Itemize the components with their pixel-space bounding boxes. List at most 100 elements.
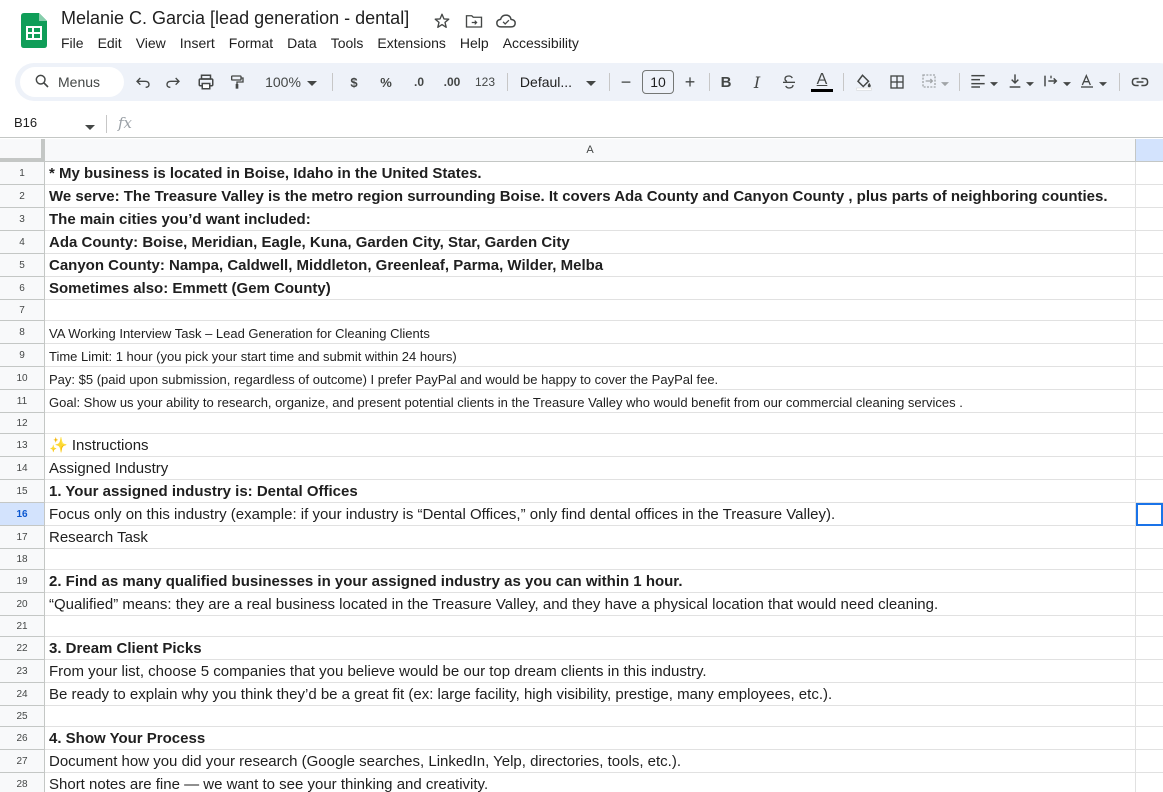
cell-a[interactable]: Be ready to explain why you think they’d…: [45, 683, 1136, 706]
cell-a[interactable]: * My business is located in Boise, Idaho…: [45, 162, 1136, 185]
cell-a[interactable]: The main cities you’d want included:: [45, 208, 1136, 231]
bold-button[interactable]: B: [715, 63, 737, 101]
row-header[interactable]: 11: [0, 390, 45, 413]
horizontal-align-button[interactable]: [967, 63, 1001, 101]
cell-a[interactable]: Assigned Industry: [45, 457, 1136, 480]
row-header[interactable]: 4: [0, 231, 45, 254]
cell-a[interactable]: ✨ Instructions: [45, 434, 1136, 457]
row-header[interactable]: 26: [0, 727, 45, 750]
strikethrough-icon[interactable]: [778, 63, 800, 101]
cell-a[interactable]: [45, 413, 1136, 434]
row-header[interactable]: 20: [0, 593, 45, 616]
menu-view[interactable]: View: [129, 33, 173, 53]
row-header[interactable]: 25: [0, 706, 45, 727]
cell-b[interactable]: [1136, 231, 1163, 254]
cell-b[interactable]: [1136, 277, 1163, 300]
menu-accessibility[interactable]: Accessibility: [496, 33, 586, 53]
increase-font-size-button[interactable]: +: [679, 63, 701, 101]
menu-file[interactable]: File: [54, 33, 91, 53]
cell-b[interactable]: [1136, 549, 1163, 570]
borders-icon[interactable]: [886, 63, 908, 101]
currency-format-button[interactable]: $: [343, 63, 365, 101]
cell-a[interactable]: “Qualified” means: they are a real busin…: [45, 593, 1136, 616]
cell-a[interactable]: We serve: The Treasure Valley is the met…: [45, 185, 1136, 208]
search-menus-button[interactable]: Menus: [20, 67, 124, 97]
row-header[interactable]: 12: [0, 413, 45, 434]
row-header[interactable]: 2: [0, 185, 45, 208]
cell-b[interactable]: [1136, 683, 1163, 706]
cell-b[interactable]: [1136, 480, 1163, 503]
cell-b[interactable]: [1136, 162, 1163, 185]
cell-a[interactable]: [45, 300, 1136, 321]
increase-decimal-button[interactable]: .00: [438, 63, 466, 101]
row-header[interactable]: 27: [0, 750, 45, 773]
select-all-corner[interactable]: [0, 139, 45, 162]
cell-a[interactable]: Document how you did your research (Goog…: [45, 750, 1136, 773]
cell-a[interactable]: Canyon County: Nampa, Caldwell, Middleto…: [45, 254, 1136, 277]
cell-a[interactable]: [45, 706, 1136, 727]
cell-b[interactable]: [1136, 434, 1163, 457]
font-family-select[interactable]: Defaul...: [517, 63, 599, 101]
row-header[interactable]: 16: [0, 503, 45, 526]
vertical-align-button[interactable]: [1004, 63, 1038, 101]
row-header[interactable]: 21: [0, 616, 45, 637]
cell-a[interactable]: 2. Find as many qualified businesses in …: [45, 570, 1136, 593]
cell-a[interactable]: Focus only on this industry (example: if…: [45, 503, 1136, 526]
row-header[interactable]: 3: [0, 208, 45, 231]
cell-b[interactable]: [1136, 390, 1163, 413]
cell-a[interactable]: 3. Dream Client Picks: [45, 637, 1136, 660]
cell-a[interactable]: Goal: Show us your ability to research, …: [45, 390, 1136, 413]
menu-extensions[interactable]: Extensions: [370, 33, 452, 53]
row-header[interactable]: 22: [0, 637, 45, 660]
row-header[interactable]: 19: [0, 570, 45, 593]
row-header[interactable]: 18: [0, 549, 45, 570]
row-header[interactable]: 1: [0, 162, 45, 185]
chevron-down-icon[interactable]: [85, 118, 95, 136]
menu-data[interactable]: Data: [280, 33, 324, 53]
cell-a[interactable]: VA Working Interview Task – Lead Generat…: [45, 321, 1136, 344]
zoom-select[interactable]: 100%: [259, 63, 323, 101]
text-color-button[interactable]: A: [810, 63, 834, 101]
row-header[interactable]: 23: [0, 660, 45, 683]
row-header[interactable]: 6: [0, 277, 45, 300]
decrease-decimal-button[interactable]: .0: [406, 63, 432, 101]
cell-b[interactable]: [1136, 300, 1163, 321]
cell-b[interactable]: [1136, 526, 1163, 549]
cell-b[interactable]: [1136, 660, 1163, 683]
cloud-status-icon[interactable]: [494, 11, 518, 31]
font-size-input[interactable]: 10: [642, 70, 674, 94]
menu-tools[interactable]: Tools: [324, 33, 371, 53]
cell-b[interactable]: [1136, 616, 1163, 637]
cell-b[interactable]: [1136, 593, 1163, 616]
cell-b[interactable]: [1136, 344, 1163, 367]
cell-a[interactable]: From your list, choose 5 companies that …: [45, 660, 1136, 683]
menu-help[interactable]: Help: [453, 33, 496, 53]
cell-b[interactable]: [1136, 321, 1163, 344]
more-formats-button[interactable]: 123: [472, 63, 498, 101]
cell-a[interactable]: [45, 616, 1136, 637]
cell-b[interactable]: [1136, 367, 1163, 390]
name-box[interactable]: B16: [14, 115, 37, 130]
row-header[interactable]: 14: [0, 457, 45, 480]
row-header[interactable]: 24: [0, 683, 45, 706]
cell-a[interactable]: [45, 549, 1136, 570]
cell-a[interactable]: 4. Show Your Process: [45, 727, 1136, 750]
decrease-font-size-button[interactable]: −: [615, 63, 637, 101]
column-header-a[interactable]: A: [45, 139, 1136, 162]
cell-b[interactable]: [1136, 637, 1163, 660]
fill-color-icon[interactable]: [853, 63, 875, 101]
row-header[interactable]: 9: [0, 344, 45, 367]
row-header[interactable]: 8: [0, 321, 45, 344]
cell-a[interactable]: Ada County: Boise, Meridian, Eagle, Kuna…: [45, 231, 1136, 254]
cell-b[interactable]: [1136, 727, 1163, 750]
row-header[interactable]: 15: [0, 480, 45, 503]
document-title[interactable]: Melanie C. Garcia [lead generation - den…: [61, 8, 409, 29]
row-header[interactable]: 10: [0, 367, 45, 390]
cell-b[interactable]: [1136, 706, 1163, 727]
cell-b[interactable]: [1136, 457, 1163, 480]
cell-a[interactable]: Sometimes also: Emmett (Gem County): [45, 277, 1136, 300]
percent-format-button[interactable]: %: [375, 63, 397, 101]
undo-icon[interactable]: [132, 63, 154, 101]
row-header[interactable]: 5: [0, 254, 45, 277]
row-header[interactable]: 17: [0, 526, 45, 549]
